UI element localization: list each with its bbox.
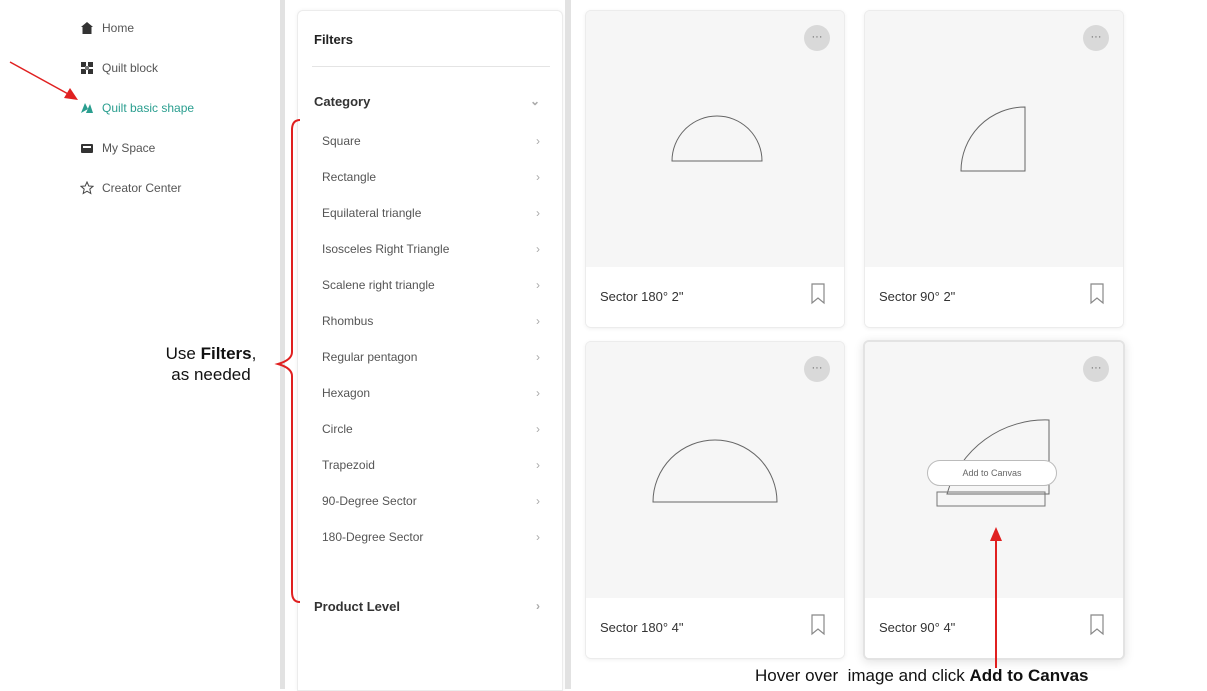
annotation-arrowhead: [64, 88, 78, 100]
filters-annotation: Use Filters, as needed: [165, 344, 257, 384]
annotation-arrow-line: [9, 61, 71, 96]
annotation-arrowhead: [990, 527, 1002, 541]
canvas-annotation: Hover over image and click Add to Canvas: [755, 666, 1089, 685]
